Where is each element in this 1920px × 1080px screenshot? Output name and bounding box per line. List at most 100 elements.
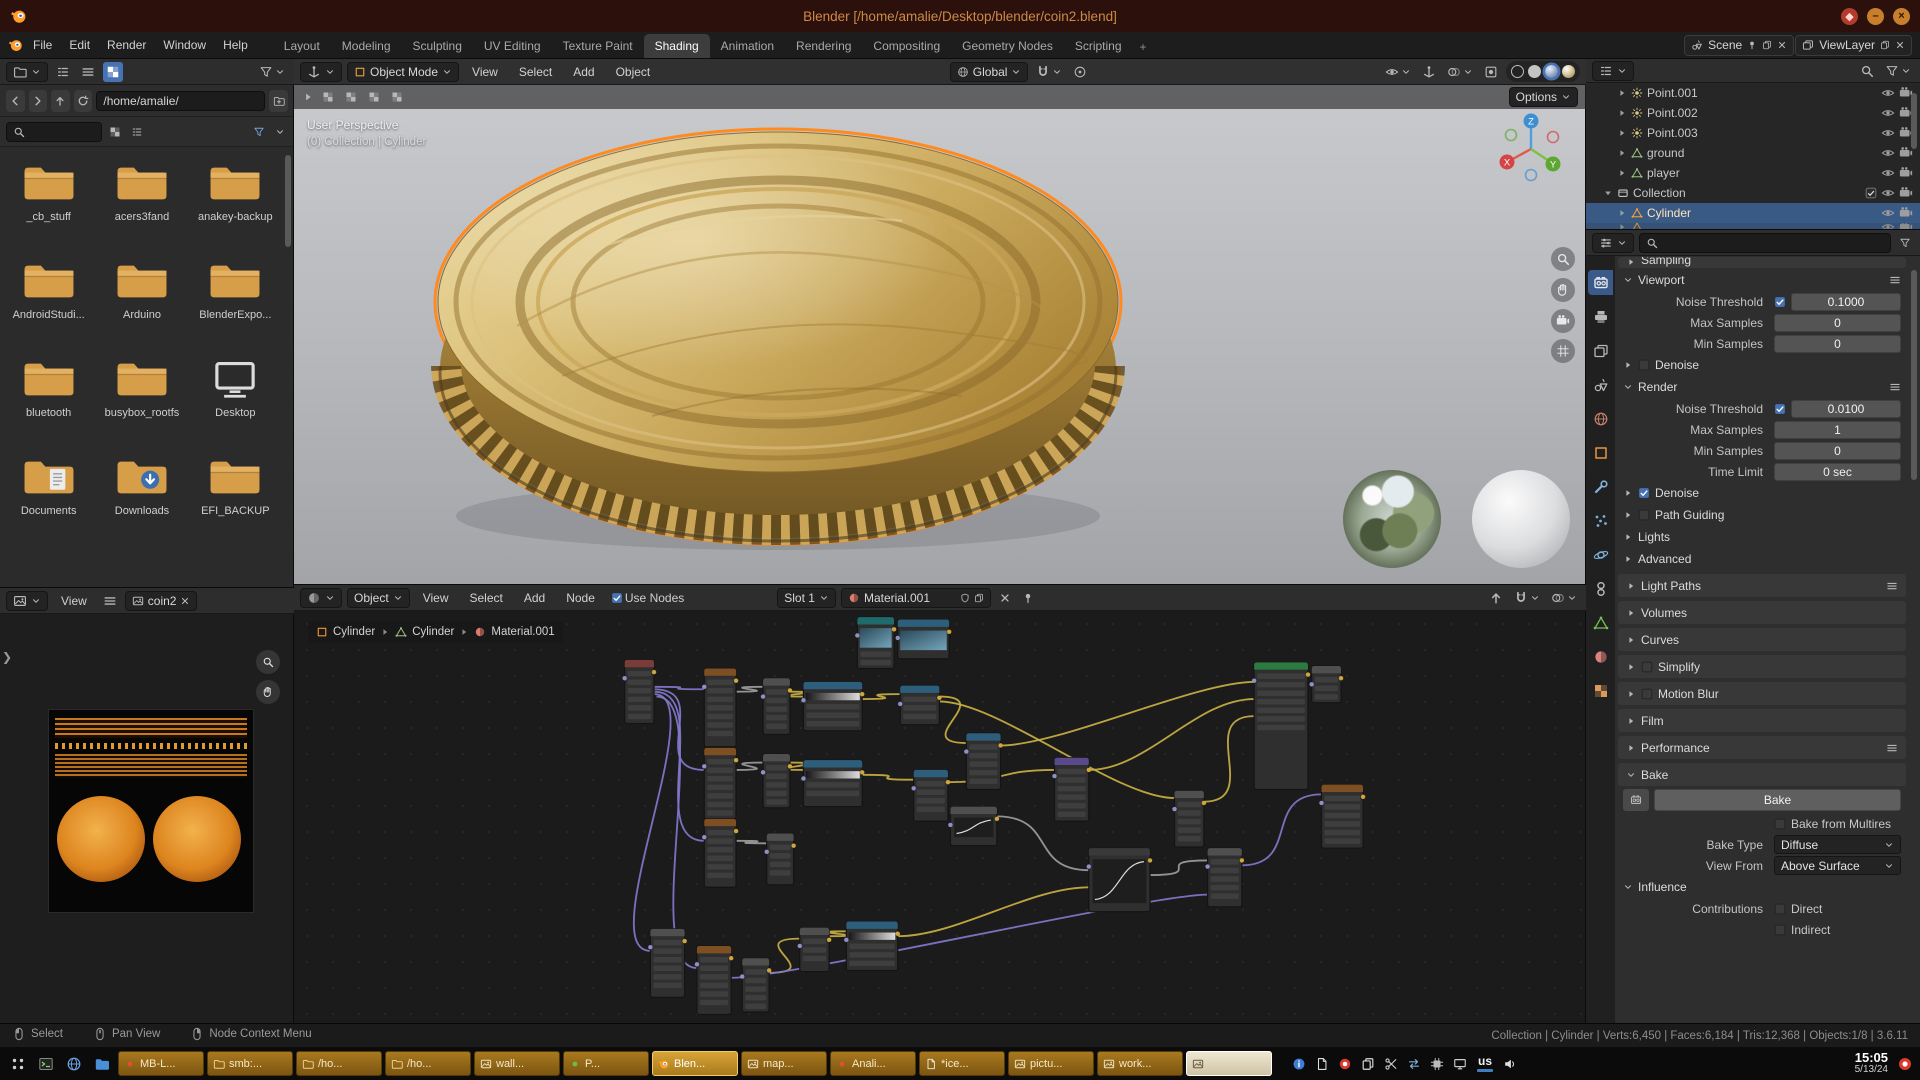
panel-checkbox[interactable] [1641, 688, 1653, 700]
file-item-bluetooth[interactable]: bluetooth [4, 355, 94, 453]
tool-icon[interactable] [302, 91, 314, 103]
pan-view-button[interactable] [1551, 278, 1575, 302]
editor-type-button[interactable] [6, 62, 48, 82]
taskbar-window-ice[interactable]: *ice... [919, 1051, 1005, 1076]
panel-denoise[interactable]: Denoise [1615, 354, 1909, 376]
outliner-item-point-001[interactable]: Point.001 [1586, 83, 1920, 103]
editor-type-button[interactable] [300, 588, 342, 608]
visibility-eye-icon[interactable] [1881, 106, 1895, 120]
outliner-item-point-003[interactable]: Point.003 [1586, 123, 1920, 143]
shading-material-preview-button[interactable] [1545, 65, 1558, 78]
bake-icon-button[interactable] [1623, 789, 1649, 811]
display-vertical-list-button[interactable] [53, 62, 73, 82]
properties-tab-object[interactable] [1588, 440, 1613, 465]
taskbar-window-wall[interactable]: wall... [474, 1051, 560, 1076]
breadcrumb-mesh[interactable]: Cylinder [412, 626, 454, 638]
panel-lights[interactable]: Lights [1615, 526, 1909, 548]
file-item-desktop[interactable]: Desktop [190, 355, 280, 453]
taskbar-window-ho[interactable]: /ho... [385, 1051, 471, 1076]
properties-tab-data[interactable] [1588, 610, 1613, 635]
menu-window[interactable]: Window [155, 35, 214, 55]
taskbar-window-item[interactable] [1186, 1051, 1272, 1076]
taskbar-window-blen[interactable]: Blen... [652, 1051, 738, 1076]
tool-options-dropdown[interactable]: Options [1509, 87, 1578, 107]
prop-value-field[interactable]: 0 [1774, 335, 1901, 353]
unlink-icon[interactable] [1777, 40, 1787, 50]
filter-toggle[interactable] [256, 62, 288, 82]
sort-button[interactable] [128, 122, 146, 142]
prop-dropdown[interactable]: Diffuse [1774, 835, 1901, 854]
panel-checkbox[interactable] [1641, 661, 1653, 673]
node-magnet-toggle[interactable] [1511, 588, 1543, 608]
breadcrumb-object[interactable]: Cylinder [333, 626, 375, 638]
shading-wireframe-button[interactable] [1511, 65, 1524, 78]
panel-checkbox[interactable] [1638, 359, 1650, 371]
visibility-eye-icon[interactable] [1881, 86, 1895, 100]
workspace-tab-layout[interactable]: Layout [273, 34, 331, 59]
image-canvas[interactable] [49, 710, 253, 912]
visibility-eye-icon[interactable] [1881, 146, 1895, 160]
workspace-tab-scripting[interactable]: Scripting [1064, 34, 1133, 59]
tray-scissors-icon[interactable] [1381, 1054, 1401, 1074]
new-material-icon[interactable] [974, 593, 984, 603]
outliner-item-item[interactable] [1586, 223, 1920, 230]
workspace-add-button[interactable]: + [1133, 35, 1154, 59]
properties-tab-material[interactable] [1588, 644, 1613, 669]
clock[interactable]: 15:05 5/13/24 [1855, 1052, 1892, 1076]
unlink-icon[interactable] [1895, 40, 1905, 50]
launcher-files-icon[interactable] [89, 1051, 115, 1077]
new-folder-button[interactable] [269, 90, 288, 112]
panel-checkbox[interactable] [1638, 509, 1650, 521]
workspace-tab-rendering[interactable]: Rendering [785, 34, 862, 59]
properties-tab-render[interactable] [1588, 270, 1613, 295]
shading-rendered-button[interactable] [1562, 65, 1575, 78]
use-nodes-checkbox[interactable]: Use Nodes [608, 588, 687, 608]
render-visibility-camera-icon[interactable] [1899, 206, 1913, 220]
panel-menu-icon[interactable] [1886, 742, 1898, 754]
window-close-button[interactable]: × [1893, 8, 1910, 25]
render-visibility-camera-icon[interactable] [1899, 166, 1913, 180]
panel-performance[interactable]: Performance [1618, 736, 1906, 759]
file-item-cb-stuff[interactable]: _cb_stuff [4, 159, 94, 257]
display-thumbnails-button[interactable] [103, 62, 123, 82]
navigation-gizmo[interactable]: Z X Y [1493, 109, 1569, 185]
workspace-tab-uv-editing[interactable]: UV Editing [473, 34, 552, 59]
prop-value-field[interactable]: 0 [1774, 442, 1901, 460]
panel-advanced[interactable]: Advanced [1615, 548, 1909, 570]
camera-view-button[interactable] [1551, 309, 1575, 333]
outliner-filter-button[interactable] [1882, 61, 1914, 81]
panel-render[interactable]: Render [1615, 376, 1909, 398]
disclosure-icon[interactable] [1617, 168, 1627, 178]
collection-checkbox[interactable] [1865, 187, 1877, 199]
filter-funnel-toggle[interactable] [250, 122, 268, 142]
panel-menu-icon[interactable] [1889, 274, 1901, 286]
node-menu-add[interactable]: Add [516, 588, 553, 608]
file-item-blenderexpo[interactable]: BlenderExpo... [190, 257, 280, 355]
mode-transfer-toggle-1[interactable] [319, 87, 337, 107]
unlink-material-button[interactable] [996, 588, 1014, 608]
display-horizontal-list-button[interactable] [78, 62, 98, 82]
file-item-androidstudi[interactable]: AndroidStudi... [4, 257, 94, 355]
panel-simplify[interactable]: Simplify [1618, 655, 1906, 678]
taskbar-window-map[interactable]: map... [741, 1051, 827, 1076]
pin-icon[interactable] [1747, 40, 1757, 50]
disclosure-icon[interactable] [1617, 128, 1627, 138]
workspace-tab-shading[interactable]: Shading [644, 34, 710, 59]
panel-sampling[interactable]: Sampling [1618, 257, 1906, 268]
panel-volumes[interactable]: Volumes [1618, 601, 1906, 624]
properties-tab-physics[interactable] [1588, 542, 1613, 567]
prop-checkbox[interactable] [1774, 924, 1786, 936]
node-menu-node[interactable]: Node [558, 588, 603, 608]
tray-clipboard-icon[interactable] [1358, 1054, 1378, 1074]
properties-tab-output[interactable] [1588, 304, 1613, 329]
panel-checkbox[interactable] [1638, 487, 1650, 499]
visibility-eye-icon[interactable] [1881, 166, 1895, 180]
properties-tab-world[interactable] [1588, 406, 1613, 431]
file-item-busybox-rootfs[interactable]: busybox_rootfs [97, 355, 187, 453]
tray-swap-icon[interactable] [1404, 1054, 1424, 1074]
properties-tab-scene[interactable] [1588, 372, 1613, 397]
prop-value-field[interactable]: 0 sec [1774, 463, 1901, 481]
taskbar-window-pictu[interactable]: pictu... [1008, 1051, 1094, 1076]
viewport-menu-select[interactable]: Select [511, 62, 560, 82]
parent-dir-button[interactable] [51, 90, 70, 112]
